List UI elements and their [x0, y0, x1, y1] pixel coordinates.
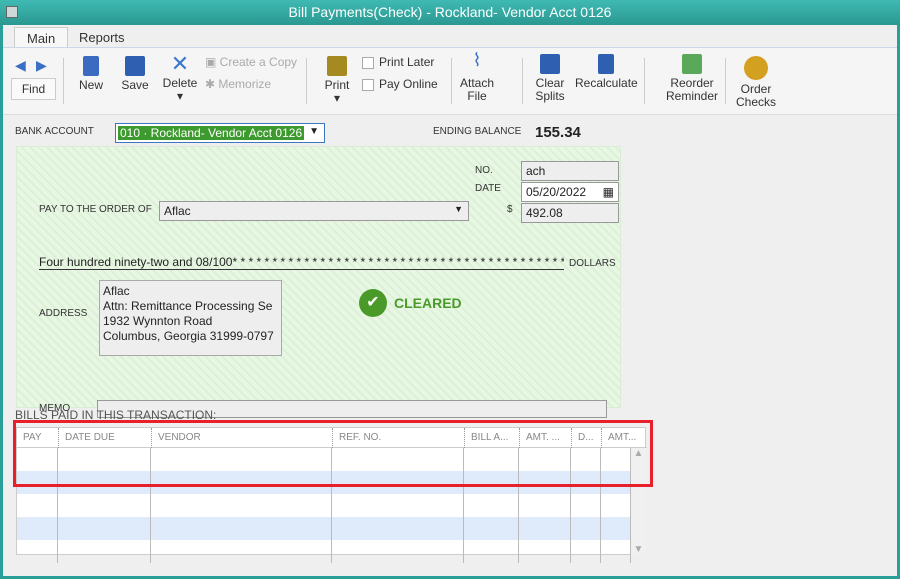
tab-main[interactable]: Main	[14, 27, 69, 49]
ending-balance-label: ENDING BALANCE	[433, 126, 522, 137]
new-button[interactable]: New	[75, 56, 107, 92]
printer-icon	[327, 56, 347, 76]
pay-online-checkbox[interactable]: Pay Online	[362, 78, 438, 91]
check-form: NO. ach DATE 05/20/2022 ▦ $ 492.08 PAY TO…	[16, 146, 621, 418]
table-row[interactable]	[17, 494, 632, 517]
ribbon: ◀ ▶ Find New Save ✕ Delete ▾ ▣ Create a Co…	[3, 47, 897, 115]
memorize-button[interactable]: ✱ Memorize	[205, 78, 271, 91]
find-button[interactable]: Find	[11, 78, 56, 100]
order-checks-button[interactable]: Order Checks	[735, 56, 777, 109]
cleared-status: CLEARED	[394, 295, 462, 311]
address-label: ADDRESS	[39, 308, 88, 319]
ending-balance-value: 155.34	[535, 124, 581, 141]
amount-label: $	[507, 204, 513, 215]
forward-arrow-icon[interactable]: ▶	[36, 57, 47, 74]
table-row[interactable]	[17, 540, 632, 563]
new-doc-icon	[83, 56, 99, 76]
system-menu-icon[interactable]	[6, 6, 18, 18]
order-checks-icon	[744, 56, 768, 80]
calendar-icon: ▦	[602, 185, 614, 199]
check-no-label: NO.	[475, 165, 493, 176]
tab-reports[interactable]: Reports	[67, 27, 137, 49]
chevron-down-icon: ▼	[309, 126, 319, 137]
cleared-check-icon: ✔	[359, 289, 387, 317]
reorder-icon	[682, 54, 702, 74]
attach-file-button[interactable]: ⌇ Attach File	[459, 50, 495, 103]
table-row[interactable]	[17, 517, 632, 540]
clear-splits-icon	[540, 54, 560, 74]
reorder-reminder-button[interactable]: Reorder Reminder	[666, 54, 718, 103]
paperclip-icon: ⌇	[472, 50, 482, 70]
back-arrow-icon[interactable]: ◀	[15, 57, 26, 74]
highlight-box	[13, 420, 653, 487]
clear-splits-button[interactable]: Clear Splits	[533, 54, 567, 103]
amount-field[interactable]: 492.08	[521, 203, 619, 223]
check-no-field[interactable]: ach	[521, 161, 619, 181]
amount-in-words: Four hundred ninety-two and 08/100* * * …	[39, 255, 564, 270]
scroll-down-icon: ▼	[633, 544, 644, 555]
date-field[interactable]: 05/20/2022 ▦	[521, 182, 619, 202]
create-copy-button[interactable]: ▣ Create a Copy	[205, 56, 297, 69]
chevron-down-icon: ▼	[454, 204, 463, 214]
bank-account-label: BANK ACCOUNT	[15, 126, 94, 137]
window-body: Main Reports ◀ ▶ Find New Save ✕ Delete ▾ …	[3, 25, 897, 576]
title-bar: Bill Payments(Check) - Rockland- Vendor …	[0, 0, 900, 25]
payee-select[interactable]: Aflac ▼	[159, 201, 469, 221]
recalculate-button[interactable]: Recalculate	[575, 54, 638, 90]
delete-button[interactable]: ✕ Delete ▾	[161, 51, 199, 103]
address-field[interactable]: Aflac Attn: Remittance Processing Se 1932 …	[99, 280, 282, 356]
dollars-label: DOLLARS	[569, 258, 616, 269]
print-later-checkbox[interactable]: Print Later	[362, 56, 434, 69]
delete-x-icon: ✕	[170, 51, 190, 76]
bank-account-select[interactable]: 010 · Rockland- Vendor Acct 0126 ▼	[115, 123, 325, 143]
date-label: DATE	[475, 183, 501, 194]
print-button[interactable]: Print ▾	[321, 56, 353, 105]
calculator-icon	[598, 54, 614, 74]
save-button[interactable]: Save	[118, 56, 152, 92]
save-icon	[125, 56, 145, 76]
pay-to-label: PAY TO THE ORDER OF	[39, 204, 152, 215]
window-title: Bill Payments(Check) - Rockland- Vendor …	[288, 4, 612, 20]
